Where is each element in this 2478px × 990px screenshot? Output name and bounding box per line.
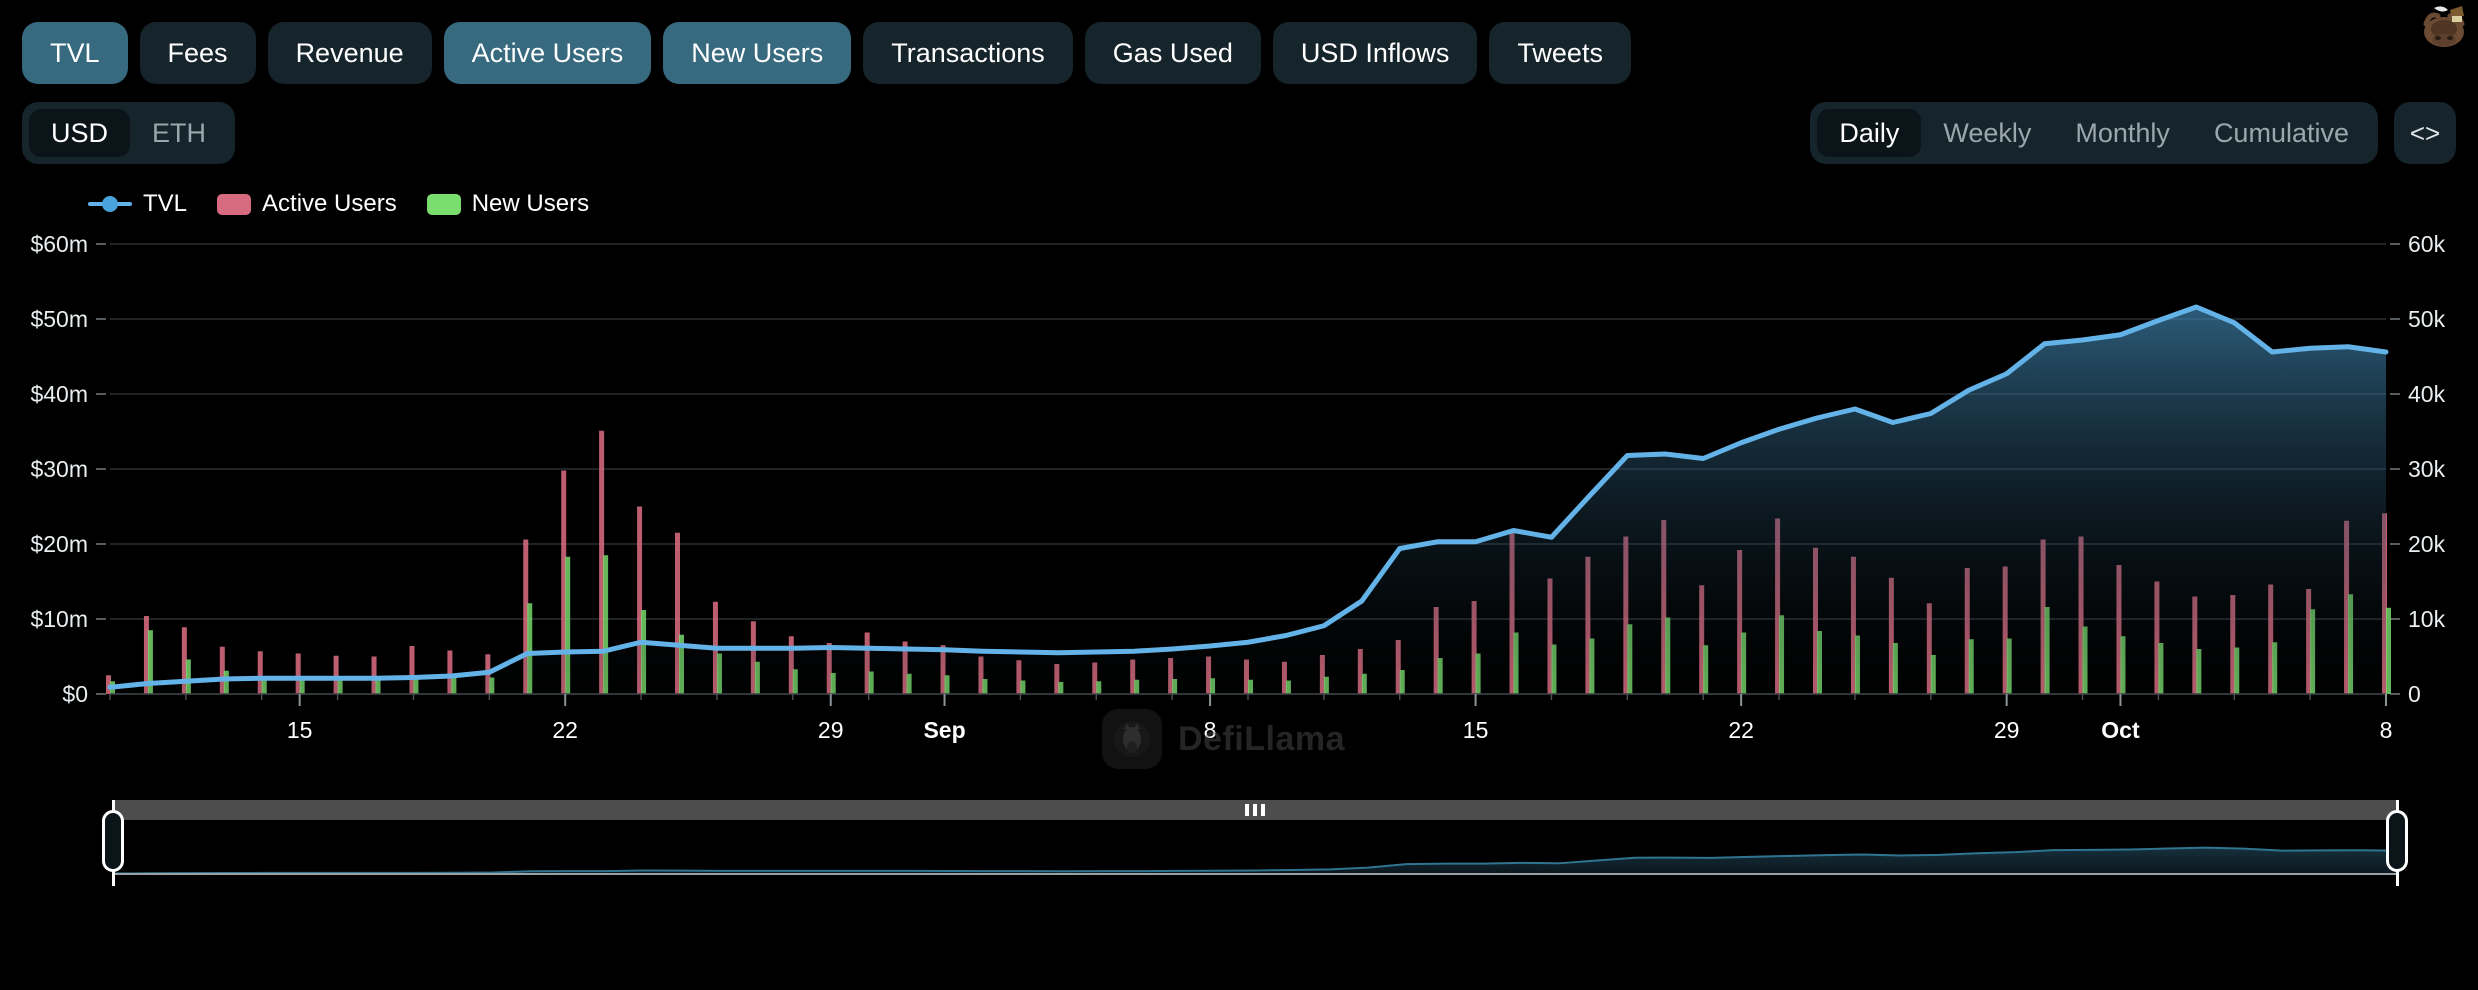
user-avatar[interactable] — [2416, 2, 2472, 48]
svg-text:22: 22 — [1728, 717, 1754, 743]
brush-preview-chart — [0, 822, 2478, 886]
svg-text:Oct: Oct — [2101, 717, 2140, 743]
interval-option-monthly[interactable]: Monthly — [2053, 109, 2192, 157]
metric-tab-revenue[interactable]: Revenue — [268, 22, 432, 84]
svg-text:8: 8 — [2380, 717, 2393, 743]
svg-text:40k: 40k — [2408, 381, 2446, 407]
metric-tab-tweets[interactable]: Tweets — [1489, 22, 1631, 84]
drag-grip-icon[interactable] — [1245, 804, 1265, 816]
legend-line-marker-icon — [88, 194, 132, 214]
metric-tab-new-users[interactable]: New Users — [663, 22, 851, 84]
svg-text:$30m: $30m — [30, 456, 88, 482]
svg-text:50k: 50k — [2408, 306, 2446, 332]
interval-option-daily[interactable]: Daily — [1817, 109, 1921, 157]
interval-option-weekly[interactable]: Weekly — [1921, 109, 2053, 157]
legend-label: New Users — [472, 190, 589, 218]
svg-text:$10m: $10m — [30, 606, 88, 632]
chart-controls-row: USDETH DailyWeeklyMonthlyCumulative <> — [0, 84, 2478, 164]
metric-tabs-bar: TVLFeesRevenueActive UsersNew UsersTrans… — [0, 0, 2478, 84]
right-controls-group: DailyWeeklyMonthlyCumulative <> — [1810, 102, 2456, 164]
metric-tab-tvl[interactable]: TVL — [22, 22, 128, 84]
denom-option-usd[interactable]: USD — [29, 109, 130, 157]
denom-option-eth[interactable]: ETH — [130, 109, 228, 157]
legend-item-active-users[interactable]: Active Users — [217, 190, 397, 218]
metric-tab-usd-inflows[interactable]: USD Inflows — [1273, 22, 1478, 84]
svg-text:$50m: $50m — [30, 306, 88, 332]
chart-zoom-brush[interactable] — [0, 786, 2478, 886]
legend-label: Active Users — [262, 190, 397, 218]
legend-swatch-icon — [427, 194, 461, 215]
brush-track[interactable] — [112, 800, 2398, 820]
svg-text:29: 29 — [1994, 717, 2020, 743]
svg-text:$20m: $20m — [30, 531, 88, 557]
svg-text:$60m: $60m — [30, 231, 88, 257]
svg-text:Sep: Sep — [923, 717, 965, 743]
legend-swatch-icon — [217, 194, 251, 215]
embed-code-button[interactable]: <> — [2394, 102, 2456, 164]
svg-text:10k: 10k — [2408, 606, 2446, 632]
chart-svg: $0 0 $10m 10k $20m 20k $30m 30k $40m 40k $50m 50k $6… — [0, 222, 2478, 782]
denomination-toggle: USDETH — [22, 102, 235, 164]
svg-text:15: 15 — [1463, 717, 1489, 743]
legend-item-tvl[interactable]: TVL — [88, 190, 187, 218]
svg-text:15: 15 — [287, 717, 313, 743]
svg-text:$0: $0 — [62, 681, 88, 707]
svg-text:22: 22 — [552, 717, 578, 743]
interval-option-cumulative[interactable]: Cumulative — [2192, 109, 2371, 157]
legend-label: TVL — [143, 190, 187, 218]
chart-plot-area[interactable]: $0 0 $10m 10k $20m 20k $30m 30k $40m 40k $50m 50k $6… — [0, 222, 2478, 782]
svg-text:29: 29 — [818, 717, 844, 743]
brush-left-handle[interactable] — [102, 810, 124, 872]
metric-tab-fees[interactable]: Fees — [140, 22, 256, 84]
metric-tab-transactions[interactable]: Transactions — [863, 22, 1073, 84]
svg-text:0: 0 — [2408, 681, 2421, 707]
svg-text:$40m: $40m — [30, 381, 88, 407]
chart-legend: TVL Active Users New Users — [0, 164, 2478, 218]
svg-text:8: 8 — [1204, 717, 1217, 743]
interval-toggle: DailyWeeklyMonthlyCumulative — [1810, 102, 2378, 164]
brush-right-handle[interactable] — [2386, 810, 2408, 872]
svg-text:30k: 30k — [2408, 456, 2446, 482]
svg-text:20k: 20k — [2408, 531, 2446, 557]
metric-tab-gas-used[interactable]: Gas Used — [1085, 22, 1261, 84]
svg-text:60k: 60k — [2408, 231, 2446, 257]
metric-tab-active-users[interactable]: Active Users — [444, 22, 652, 84]
legend-item-new-users[interactable]: New Users — [427, 190, 589, 218]
